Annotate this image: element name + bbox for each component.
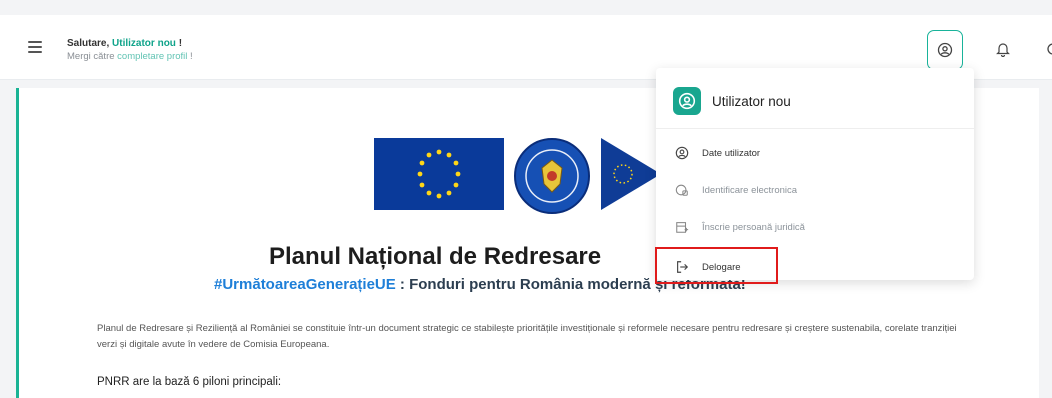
building-icon xyxy=(674,219,690,235)
goto-prefix: Mergi către xyxy=(67,51,118,62)
dropdown-header: Utilizator nou xyxy=(673,86,791,116)
hashtag-text: #UrmătoareaGenerațieUE xyxy=(214,276,396,293)
menu-item-label: Înscrie persoană juridică xyxy=(702,221,805,233)
user-circle-icon xyxy=(937,42,953,58)
eu-flag-logo xyxy=(374,138,504,210)
intro-paragraph: Planul de Redresare și Reziliență al Rom… xyxy=(97,323,957,350)
user-menu-button[interactable] xyxy=(927,30,963,70)
avatar xyxy=(673,87,701,115)
menu-item-inscrie-persoana-juridica[interactable]: Înscrie persoană juridică xyxy=(674,216,805,238)
user-circle-icon xyxy=(674,145,690,161)
menu-item-label: Identificare electronica xyxy=(702,184,798,196)
settings-button[interactable] xyxy=(1036,30,1052,68)
dropdown-user-name: Utilizator nou xyxy=(712,93,791,109)
menu-icon[interactable] xyxy=(28,41,42,56)
greeting-suffix: ! xyxy=(175,38,183,49)
pillars-intro: PNRR are la bază 6 piloni principali: xyxy=(97,376,282,388)
menu-item-date-utilizator[interactable]: Date utilizator xyxy=(674,142,760,164)
bell-icon xyxy=(996,43,1010,57)
shield-check-icon xyxy=(674,182,690,198)
government-seal-logo xyxy=(514,138,590,214)
greeting-prefix: Salutare, xyxy=(67,38,113,49)
page-title: Planul Național de Redresare xyxy=(269,243,602,270)
goto-line: Mergi către completare profil ! xyxy=(67,50,193,63)
complete-profile-link[interactable]: completare profil xyxy=(117,51,187,62)
goto-suffix: ! xyxy=(187,51,193,62)
user-circle-icon xyxy=(678,92,696,110)
divider xyxy=(656,128,974,129)
greeting-user-name: Utilizator nou xyxy=(112,38,176,49)
highlight-box xyxy=(655,247,778,284)
gear-icon xyxy=(1047,43,1052,55)
menu-item-label: Date utilizator xyxy=(702,147,761,159)
menu-item-identificare[interactable]: Identificare electronica xyxy=(674,179,797,201)
notifications-button[interactable] xyxy=(986,30,1020,68)
greeting-block: Salutare, Utilizator nou ! Mergi către c… xyxy=(67,37,193,63)
greeting-line: Salutare, Utilizator nou ! xyxy=(67,37,193,50)
